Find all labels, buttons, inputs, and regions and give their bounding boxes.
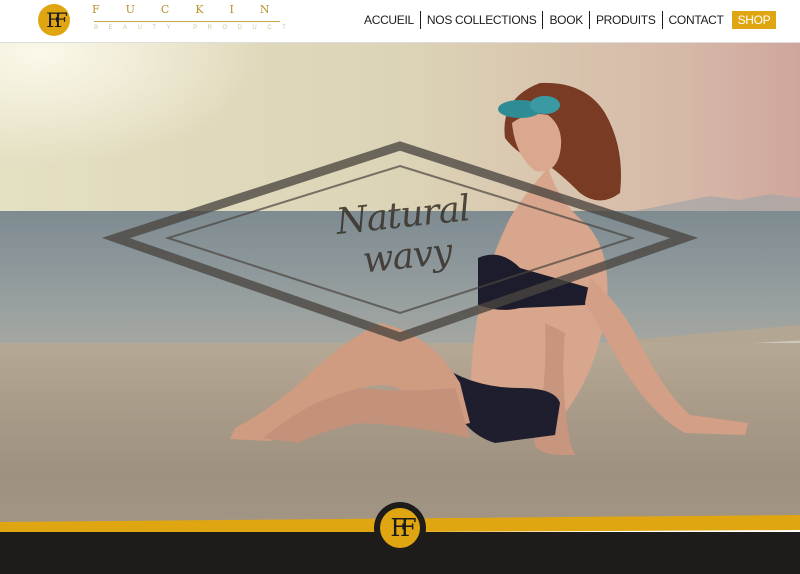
brand-tagline: BEAUTY PRODUCT bbox=[94, 25, 297, 31]
nav-item-accueil[interactable]: ACCUEIL bbox=[358, 11, 421, 29]
brand-name: FUCKIN bbox=[92, 3, 296, 16]
brand-wordmark[interactable]: FUCKIN BEAUTY PRODUCT bbox=[92, 2, 296, 31]
nav-item-nos-collections[interactable]: NOS COLLECTIONS bbox=[421, 11, 544, 29]
hero-banner: Natural wavy bbox=[0, 43, 800, 523]
main-nav: ACCUEIL NOS COLLECTIONS BOOK PRODUITS CO… bbox=[358, 11, 777, 29]
logo-monogram: FF bbox=[46, 8, 68, 32]
brand-divider bbox=[94, 21, 280, 22]
footer-logo-monogram: FF bbox=[390, 514, 416, 542]
nav-item-book[interactable]: BOOK bbox=[543, 11, 590, 29]
diamond-frame bbox=[101, 141, 699, 342]
shop-button[interactable]: SHOP bbox=[731, 11, 777, 29]
nav-item-produits[interactable]: PRODUITS bbox=[590, 11, 663, 29]
brand-logo[interactable]: FF bbox=[38, 4, 70, 36]
site-header: FF FUCKIN BEAUTY PRODUCT ACCUEIL NOS COL… bbox=[0, 0, 800, 43]
footer-logo[interactable]: FF bbox=[380, 508, 420, 548]
nav-item-contact[interactable]: CONTACT bbox=[663, 11, 730, 29]
